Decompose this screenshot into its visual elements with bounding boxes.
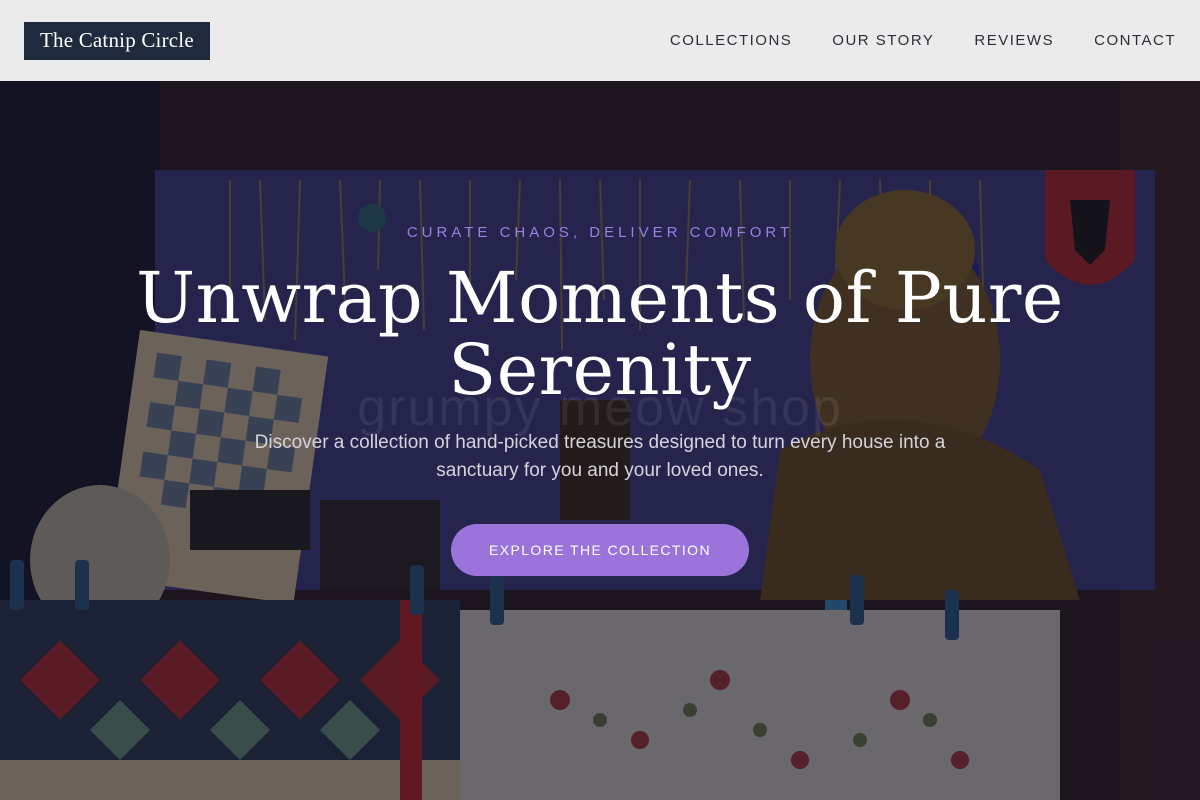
explore-collection-button[interactable]: EXPLORE THE COLLECTION bbox=[451, 524, 749, 576]
nav-link-contact[interactable]: CONTACT bbox=[1094, 32, 1176, 49]
main-nav: COLLECTIONS OUR STORY REVIEWS CONTACT bbox=[670, 32, 1176, 49]
hero-headline: Unwrap Moments of Pure Serenity bbox=[136, 257, 1064, 411]
hero-tagline: CURATE CHAOS, DELIVER COMFORT bbox=[406, 224, 794, 241]
nav-link-reviews[interactable]: REVIEWS bbox=[974, 32, 1054, 49]
nav-link-our-story[interactable]: OUR STORY bbox=[832, 32, 934, 49]
site-logo[interactable]: The Catnip Circle bbox=[24, 21, 210, 60]
nav-link-collections[interactable]: COLLECTIONS bbox=[670, 32, 792, 49]
hero-section: grumpy meow shop CURATE CHAOS, DELIVER C… bbox=[0, 0, 1200, 800]
hero-subtext: Discover a collection of hand-picked tre… bbox=[254, 432, 946, 481]
site-header: The Catnip Circle COLLECTIONS OUR STORY … bbox=[0, 0, 1200, 81]
